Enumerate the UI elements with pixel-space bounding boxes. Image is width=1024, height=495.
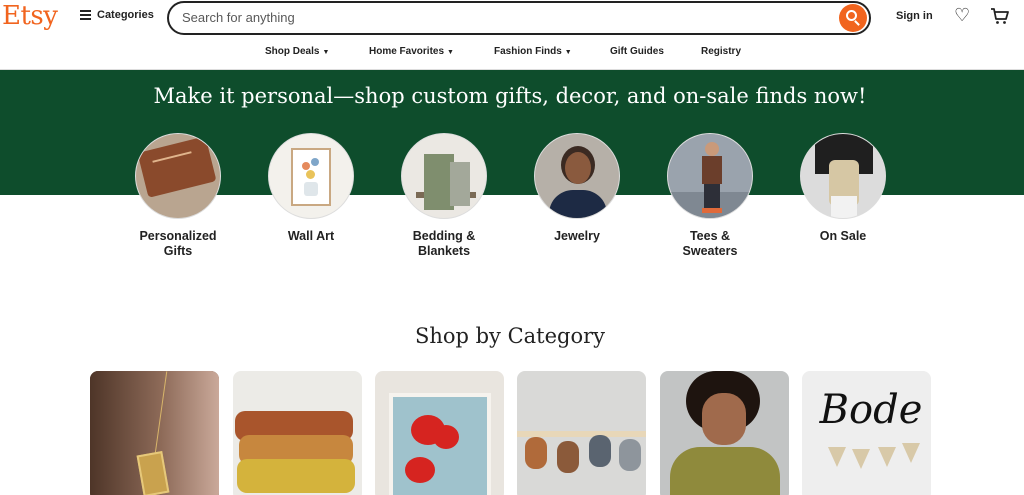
circle-category-bedding-blankets[interactable]: Bedding & Blankets	[384, 133, 504, 259]
circle-category-tees-sweaters[interactable]: Tees & Sweaters	[650, 133, 770, 259]
category-image	[135, 133, 221, 219]
chevron-down-icon: ▼	[447, 49, 454, 56]
category-image	[401, 133, 487, 219]
category-card-home-decor[interactable]: Bode	[802, 371, 931, 495]
circle-category-personalized-gifts[interactable]: Personalized Gifts	[118, 133, 238, 259]
card-decor-text: Bode	[819, 387, 923, 433]
chevron-down-icon: ▼	[564, 49, 572, 56]
heart-icon[interactable]: ♡	[954, 6, 970, 24]
category-card-clothing[interactable]	[660, 371, 789, 495]
circle-category-wall-art[interactable]: Wall Art	[251, 133, 371, 244]
top-nav: Shop Deals ▼ Home Favorites ▼ Fashion Find…	[0, 40, 1024, 64]
search-button[interactable]	[839, 4, 867, 32]
category-image	[534, 133, 620, 219]
category-card-keychains[interactable]	[517, 371, 646, 495]
etsy-logo[interactable]: Etsy	[2, 1, 58, 31]
cart-icon[interactable]	[990, 7, 1010, 25]
nav-registry[interactable]: Registry	[701, 46, 741, 57]
search-bar[interactable]: Search for anything	[167, 1, 871, 35]
sign-in-link[interactable]: Sign in	[896, 10, 933, 22]
nav-shop-deals[interactable]: Shop Deals ▼	[265, 46, 329, 57]
category-image	[667, 133, 753, 219]
circle-category-on-sale[interactable]: On Sale	[783, 133, 903, 244]
section-title: Shop by Category	[414, 324, 606, 348]
search-input[interactable]: Search for anything	[182, 10, 295, 25]
category-image	[268, 133, 354, 219]
categories-label: Categories	[97, 9, 154, 21]
category-card-art[interactable]	[375, 371, 504, 495]
categories-button[interactable]: Categories	[80, 8, 154, 22]
circle-category-jewelry[interactable]: Jewelry	[517, 133, 637, 244]
nav-home-favorites[interactable]: Home Favorites ▼	[369, 46, 454, 57]
hamburger-icon	[80, 8, 91, 22]
nav-gift-guides[interactable]: Gift Guides	[610, 46, 664, 57]
category-card-jewelry[interactable]	[90, 371, 219, 495]
banner-title: Make it personal—shop custom gifts, deco…	[153, 84, 867, 108]
chevron-down-icon: ▼	[322, 49, 330, 56]
category-card-knitwear[interactable]	[233, 371, 362, 495]
nav-fashion-finds[interactable]: Fashion Finds ▼	[494, 46, 572, 57]
header: Etsy Categories Search for anything Sign…	[0, 0, 1024, 36]
category-image	[800, 133, 886, 219]
